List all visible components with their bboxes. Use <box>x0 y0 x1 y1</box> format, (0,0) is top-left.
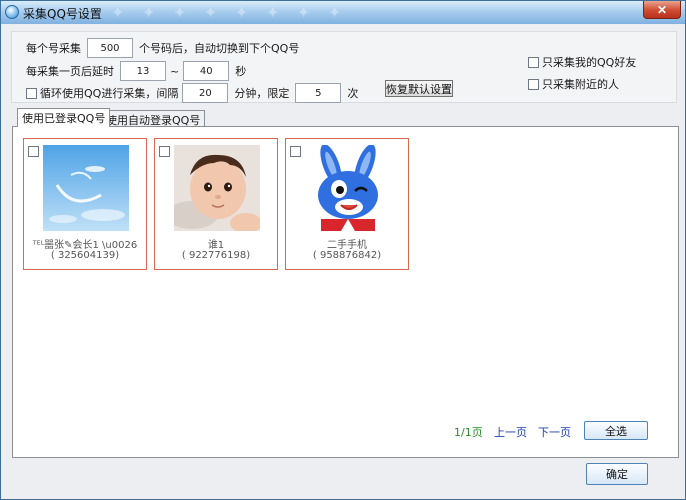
loop-row: 循环使用QQ进行采集，间隔 分钟，限定 次 <box>26 83 358 103</box>
account-card[interactable]: 谁1 ( 922776198) <box>154 138 278 270</box>
account-checkbox[interactable] <box>28 146 39 157</box>
account-card[interactable]: 二手手机 ( 958876842) <box>285 138 409 270</box>
app-icon <box>5 5 19 19</box>
tab-auto-login-qq[interactable]: 使用自动登录QQ号 <box>101 110 206 127</box>
per-account-label: 每个号采集 <box>26 42 81 55</box>
delay-label: 每采集一页后延时 <box>26 65 114 78</box>
account-qq-number: ( 922776198) <box>181 250 251 261</box>
only-friends-label: 只采集我的QQ好友 <box>542 56 637 69</box>
delay-min-input[interactable] <box>120 61 166 81</box>
option-nearby-row: 只采集附近的人 <box>528 76 619 92</box>
delay-row: 每采集一页后延时 ~ 秒 <box>26 61 246 81</box>
window-title: 采集QQ号设置 <box>23 7 102 21</box>
only-nearby-label: 只采集附近的人 <box>542 78 619 91</box>
account-qq-number: ( 958876842) <box>312 250 382 261</box>
select-all-button[interactable]: 全选 <box>584 421 648 440</box>
account-name: ᵀᴱᴸ噐张✎会长1 \u0026 <box>32 240 138 251</box>
loop-limit-unit: 次 <box>347 87 359 100</box>
account-qq-number: ( 325604139) <box>50 250 120 261</box>
account-name: 二手手机 <box>327 240 367 251</box>
account-card[interactable]: ᵀᴱᴸ噐张✎会长1 \u0026 ( 325604139) <box>23 138 147 270</box>
baby-photo-avatar-icon <box>174 145 260 231</box>
ok-button[interactable]: 确定 <box>586 463 648 485</box>
account-list-panel: ᵀᴱᴸ噐张✎会长1 \u0026 ( 325604139) 谁1 (92277… <box>12 126 679 458</box>
loop-interval-unit: 分钟，限定 <box>234 87 290 100</box>
blue-rabbit-avatar-icon <box>305 145 391 231</box>
only-friends-checkbox[interactable] <box>528 56 539 68</box>
prev-page-link[interactable]: 上一页 <box>494 424 527 440</box>
loop-label: 循环使用QQ进行采集，间隔 <box>40 87 179 100</box>
settings-window: ✦ ✦ ✦ ✦ ✦ ✦ ✦ ✦ 采集QQ号设置 ✕ 每个号采集 个号码后，自动切… <box>0 0 686 500</box>
option-friends-row: 只采集我的QQ好友 <box>528 54 636 70</box>
title-bar[interactable]: ✦ ✦ ✦ ✦ ✦ ✦ ✦ ✦ 采集QQ号设置 ✕ <box>1 1 685 24</box>
page-info: 1/1页 <box>454 426 483 439</box>
loop-limit-input[interactable] <box>295 83 342 103</box>
sky-clouds-avatar-icon <box>43 145 129 231</box>
tab-logged-in-qq[interactable]: 使用已登录QQ号 <box>17 108 111 127</box>
close-button[interactable]: ✕ <box>643 1 681 19</box>
restore-defaults-button[interactable]: 恢复默认设置 <box>385 80 453 97</box>
delay-separator: ~ <box>170 64 180 78</box>
per-account-count-input[interactable] <box>87 38 133 58</box>
loop-checkbox[interactable] <box>26 87 37 99</box>
account-name: 谁1 <box>207 240 225 251</box>
collection-settings-panel: 每个号采集 个号码后，自动切换到下个QQ号 每采集一页后延时 ~ 秒 循环使用Q… <box>11 31 677 103</box>
delay-unit: 秒 <box>235 65 247 78</box>
per-account-suffix: 个号码后，自动切换到下个QQ号 <box>139 42 300 55</box>
loop-interval-input[interactable] <box>182 83 229 103</box>
title-bar-decoration: ✦ ✦ ✦ ✦ ✦ ✦ ✦ ✦ <box>111 3 348 22</box>
next-page-link[interactable]: 下一页 <box>538 424 571 440</box>
only-nearby-checkbox[interactable] <box>528 78 539 90</box>
delay-max-input[interactable] <box>183 61 230 81</box>
account-checkbox[interactable] <box>290 146 301 157</box>
account-checkbox[interactable] <box>159 146 170 157</box>
per-account-row: 每个号采集 个号码后，自动切换到下个QQ号 <box>26 38 299 58</box>
